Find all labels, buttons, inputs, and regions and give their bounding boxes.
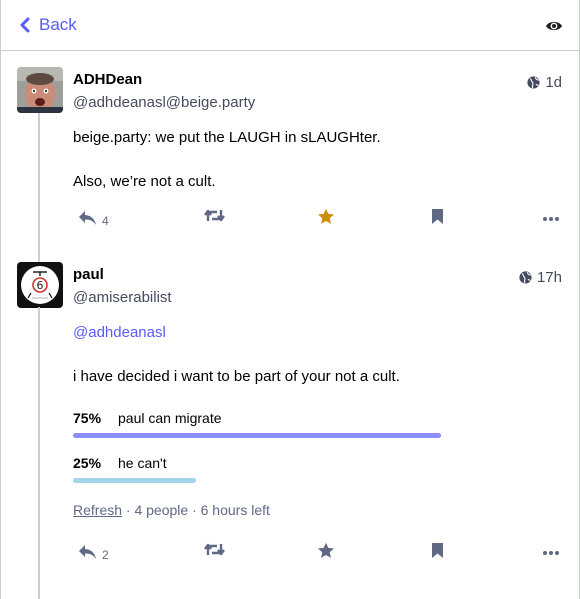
retweet-icon: [204, 209, 225, 222]
avatar[interactable]: 6: [17, 262, 63, 308]
globe-icon: [519, 271, 532, 284]
reply-button[interactable]: 4: [78, 208, 109, 228]
boost-button[interactable]: [204, 542, 225, 557]
star-icon: [317, 542, 335, 558]
back-button[interactable]: Back: [20, 15, 77, 35]
eye-icon[interactable]: [545, 19, 563, 33]
post-timestamp[interactable]: 1d: [527, 74, 562, 91]
thread-view: Back ADHDean @adhdeanasl@beige.party 1d: [0, 0, 580, 599]
account-handle[interactable]: @adhdeanasl@beige.party: [73, 94, 255, 111]
time-label: 1d: [545, 74, 562, 91]
post-text-line: beige.party: we put the LAUGH in sLAUGHt…: [73, 129, 381, 146]
poll-option-bar: [73, 478, 196, 483]
poll-option-percent: 25%: [73, 455, 102, 471]
bookmark-button[interactable]: [431, 208, 444, 225]
avatar-image: [17, 67, 63, 113]
poll-refresh-button[interactable]: Refresh: [73, 502, 122, 518]
reply-all-icon: [79, 545, 96, 559]
reply-count: 2: [102, 548, 109, 562]
poll-option: 75% paul can migrate: [73, 410, 222, 426]
mention-link[interactable]: @adhdeanasl: [73, 324, 166, 341]
favourite-button[interactable]: [317, 208, 335, 225]
ellipsis-icon: [543, 217, 559, 221]
star-icon: [317, 208, 335, 224]
post-actions: 4: [73, 208, 563, 232]
column-header: Back: [1, 0, 579, 51]
chevron-left-icon: [20, 17, 30, 33]
reply-all-icon: [79, 211, 96, 225]
avatar[interactable]: [17, 67, 63, 113]
poll-footer: Refresh · 4 people · 6 hours left: [73, 502, 270, 518]
post-actions: 2: [73, 542, 563, 566]
poll-option-bar: [73, 433, 441, 438]
time-label: 17h: [536, 269, 562, 286]
display-name[interactable]: paul: [73, 266, 104, 283]
avatar-image: 6: [17, 262, 63, 308]
favourite-button[interactable]: [317, 542, 335, 559]
account-handle[interactable]: @amiserabilist: [73, 289, 172, 306]
post-timestamp[interactable]: 17h: [519, 269, 562, 286]
bookmark-icon: [432, 209, 443, 224]
thread-connector: [38, 113, 40, 263]
post-text-line: Also, we’re not a cult.: [73, 173, 216, 190]
retweet-icon: [204, 543, 225, 556]
poll-option-percent: 75%: [73, 410, 102, 426]
post-text-line: i have decided i want to be part of your…: [73, 368, 400, 385]
thread-connector: [38, 307, 40, 599]
ellipsis-icon: [543, 551, 559, 555]
bookmark-icon: [432, 543, 443, 558]
reply-count: 4: [102, 214, 109, 228]
more-options-button[interactable]: [543, 217, 559, 221]
poll-option-label: he can't: [118, 455, 167, 471]
poll-option: 25% he can't: [73, 455, 167, 471]
bookmark-button[interactable]: [431, 542, 444, 559]
boost-button[interactable]: [204, 208, 225, 223]
svg-text:6: 6: [37, 279, 44, 292]
reply-button[interactable]: 2: [78, 542, 109, 562]
display-name[interactable]: ADHDean: [73, 71, 142, 88]
globe-icon: [527, 76, 540, 89]
poll-option-label: paul can migrate: [118, 410, 222, 426]
back-label: Back: [39, 15, 77, 34]
poll-meta: · 4 people · 6 hours left: [125, 502, 270, 518]
more-options-button[interactable]: [543, 551, 559, 555]
